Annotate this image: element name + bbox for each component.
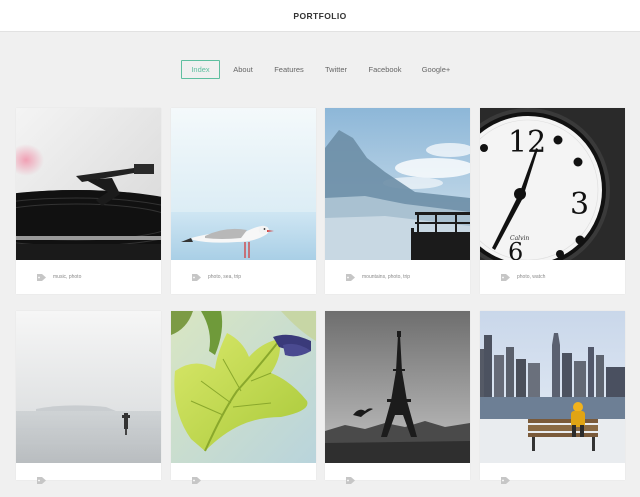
card-meta: photo, sea, trip [171, 260, 316, 294]
card-image-watch[interactable]: 12 3 6 Calvin [480, 108, 625, 260]
card-image-city-bench[interactable] [480, 311, 625, 463]
card-meta [325, 463, 470, 497]
nav-item-twitter[interactable]: Twitter [318, 60, 354, 79]
site-title[interactable]: PORTFOLIO [293, 11, 346, 21]
card-tags[interactable]: photo, watch [517, 274, 545, 280]
tag-icon [501, 476, 510, 484]
portfolio-card[interactable]: music, photo [16, 108, 161, 294]
svg-text:Calvin: Calvin [510, 235, 529, 242]
card-meta [171, 463, 316, 497]
nav-item-index[interactable]: Index [181, 60, 220, 79]
tag-icon [37, 476, 46, 484]
portfolio-card[interactable] [16, 311, 161, 484]
tag-icon [192, 273, 201, 281]
card-tags[interactable]: mountains, photo, trip [362, 274, 410, 280]
portfolio-card[interactable] [325, 311, 470, 484]
card-meta: photo, watch [480, 260, 625, 294]
card-image-green-leaf[interactable] [171, 311, 316, 463]
nav-item-features[interactable]: Features [268, 60, 310, 79]
tag-icon [346, 476, 355, 484]
tag-icon [501, 273, 510, 281]
card-meta: mountains, photo, trip [325, 260, 470, 294]
portfolio-card[interactable]: photo, sea, trip [171, 108, 316, 294]
main-nav: Index About Features Twitter Facebook Go… [0, 60, 640, 79]
nav-item-googleplus[interactable]: Google+ [415, 60, 457, 79]
card-image-eiffel-tower[interactable] [325, 311, 470, 463]
card-image-foggy-sea[interactable] [16, 311, 161, 463]
tag-icon [346, 273, 355, 281]
tag-icon [192, 476, 201, 484]
card-meta [480, 463, 625, 497]
site-header: PORTFOLIO [0, 0, 640, 32]
svg-text:3: 3 [570, 187, 589, 222]
svg-text:12: 12 [508, 125, 546, 160]
card-meta: music, photo [16, 260, 161, 294]
card-tags[interactable]: music, photo [53, 274, 81, 280]
portfolio-card[interactable] [480, 311, 625, 484]
card-image-mountains[interactable] [325, 108, 470, 260]
tag-icon [37, 273, 46, 281]
nav-item-facebook[interactable]: Facebook [363, 60, 407, 79]
card-image-turntable[interactable] [16, 108, 161, 260]
portfolio-card[interactable]: 12 3 6 Calvin photo, watch [480, 108, 625, 294]
nav-item-about[interactable]: About [226, 60, 260, 79]
card-image-seagull[interactable] [171, 108, 316, 260]
card-meta [16, 463, 161, 497]
portfolio-card[interactable] [171, 311, 316, 484]
portfolio-card[interactable]: mountains, photo, trip [325, 108, 470, 294]
card-tags[interactable]: photo, sea, trip [208, 274, 241, 280]
